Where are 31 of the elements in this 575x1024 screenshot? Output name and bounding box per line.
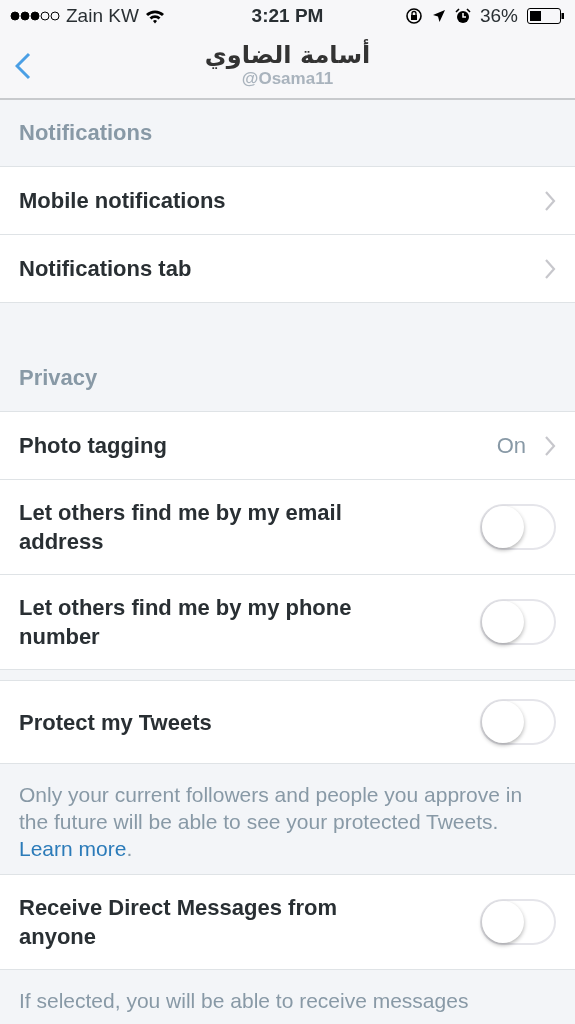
wifi-icon [144,8,165,24]
setting-label: Let others find me by my phone number [19,594,353,651]
alarm-icon [454,8,471,24]
chevron-icon [544,257,556,280]
setting-label: Let others find me by my email address [19,499,343,556]
setting-label: Protect my Tweets [19,708,213,737]
toggle-switch[interactable] [480,599,556,645]
section-header: Privacy [19,365,98,391]
learn-more-link[interactable]: Learn more [19,837,127,860]
settings-row[interactable]: Notifications tab [0,235,575,303]
chevron-icon [544,189,556,212]
settings-row[interactable]: Mobile notifications [0,167,575,235]
signal-icon [10,11,60,21]
settings-row[interactable]: Photo tagging On [0,412,575,480]
nav-title: أسامة الضاوي [204,41,371,69]
location-icon [431,9,446,23]
note-text: If selected, you will be able to receive messages [19,988,470,1014]
status-time: 3:21 PM [251,5,324,27]
section-header: Notifications [19,120,153,146]
toggle-switch[interactable] [480,504,556,550]
toggle-switch[interactable] [480,899,556,945]
battery-icon [527,8,565,24]
carrier-name: Zain KW [66,5,139,27]
nav-subtitle: @Osama11 [241,69,334,89]
rotation-lock-icon [404,7,423,25]
toggle-switch[interactable] [480,699,556,745]
back-icon[interactable] [15,52,31,80]
note-text: Only your current followers and people you approve in the future will be able to see your protected Tweets. Learn more. [19,782,524,862]
battery-percent: 36% [479,5,518,27]
setting-label: Receive Direct Messages from anyone [19,894,338,951]
chevron-icon [544,434,556,457]
